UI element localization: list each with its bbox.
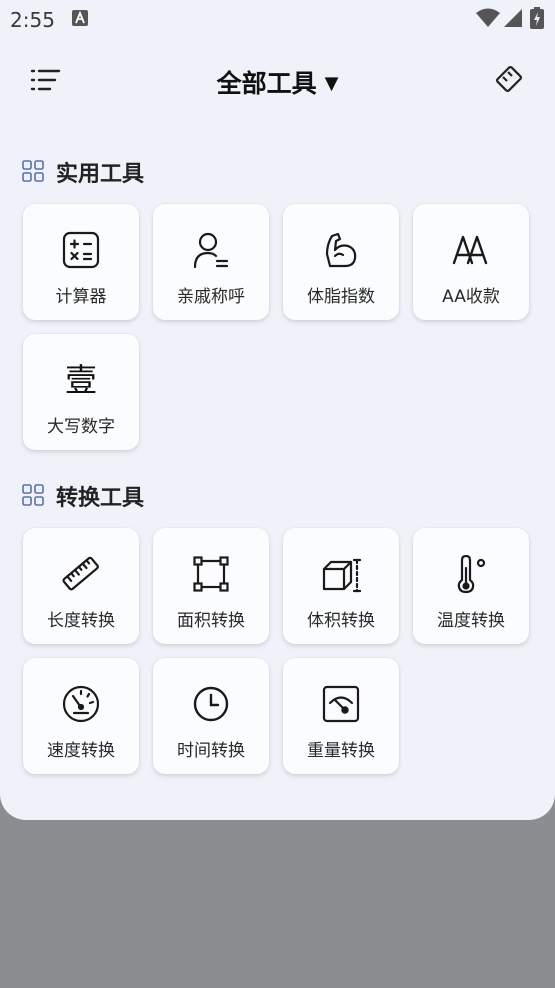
tool-label: 大写数字 bbox=[47, 417, 115, 437]
notification-icon bbox=[72, 10, 88, 26]
tool-relatives[interactable]: 亲戚称呼 bbox=[153, 204, 269, 320]
aa-letters-icon bbox=[452, 235, 488, 265]
tool-capital-numbers[interactable]: 壹 大写数字 bbox=[23, 334, 139, 450]
area-square-icon bbox=[193, 556, 229, 592]
tool-time[interactable]: 时间转换 bbox=[153, 658, 269, 774]
tool-length[interactable]: 长度转换 bbox=[23, 528, 139, 644]
grid-icon bbox=[22, 160, 44, 182]
tool-label: 重量转换 bbox=[307, 741, 375, 761]
section-title: 转换工具 bbox=[56, 486, 145, 511]
speedometer-icon bbox=[62, 685, 100, 723]
tool-label: 面积转换 bbox=[177, 611, 245, 631]
cube-icon bbox=[322, 558, 361, 593]
calculator-icon bbox=[62, 231, 100, 269]
muscle-arm-icon bbox=[325, 232, 357, 268]
section-title: 实用工具 bbox=[56, 162, 145, 187]
tool-label: 温度转换 bbox=[437, 611, 505, 631]
dropdown-caret-icon: ▼ bbox=[324, 73, 339, 94]
wifi-icon bbox=[476, 8, 500, 27]
person-icon bbox=[193, 232, 229, 269]
signal-icon bbox=[504, 9, 522, 27]
category-dropdown[interactable]: 全部工具 ▼ bbox=[0, 64, 555, 100]
chinese-numeral-icon: 壹 bbox=[64, 361, 97, 399]
grid-icon bbox=[22, 484, 44, 506]
tool-label: 计算器 bbox=[55, 287, 107, 307]
tool-speed[interactable]: 速度转换 bbox=[23, 658, 139, 774]
tool-label: 长度转换 bbox=[47, 611, 115, 631]
ruler-icon bbox=[62, 556, 99, 591]
tool-aa-payment[interactable]: AA收款 bbox=[413, 204, 529, 320]
tool-label: 亲戚称呼 bbox=[177, 287, 245, 307]
tool-volume[interactable]: 体积转换 bbox=[283, 528, 399, 644]
tool-temperature[interactable]: 温度转换 bbox=[413, 528, 529, 644]
clock-icon bbox=[193, 686, 229, 722]
tool-body-fat[interactable]: 体脂指数 bbox=[283, 204, 399, 320]
scale-gauge-icon bbox=[322, 685, 360, 723]
status-bar: 2:55 bbox=[0, 0, 555, 40]
edit-pencil-icon[interactable] bbox=[492, 62, 526, 96]
battery-icon bbox=[530, 7, 544, 29]
tool-label: 速度转换 bbox=[47, 741, 115, 761]
tool-label: 体积转换 bbox=[307, 611, 375, 631]
tool-label: 体脂指数 bbox=[307, 287, 375, 307]
tool-label: AA收款 bbox=[442, 287, 500, 307]
tool-weight[interactable]: 重量转换 bbox=[283, 658, 399, 774]
tool-area[interactable]: 面积转换 bbox=[153, 528, 269, 644]
tool-label: 时间转换 bbox=[177, 741, 245, 761]
page-title: 全部工具 bbox=[216, 69, 317, 98]
status-time: 2:55 bbox=[10, 8, 55, 32]
app-bar: 全部工具 ▼ bbox=[0, 50, 555, 110]
tool-calculator[interactable]: 计算器 bbox=[23, 204, 139, 320]
thermometer-icon bbox=[457, 554, 486, 594]
